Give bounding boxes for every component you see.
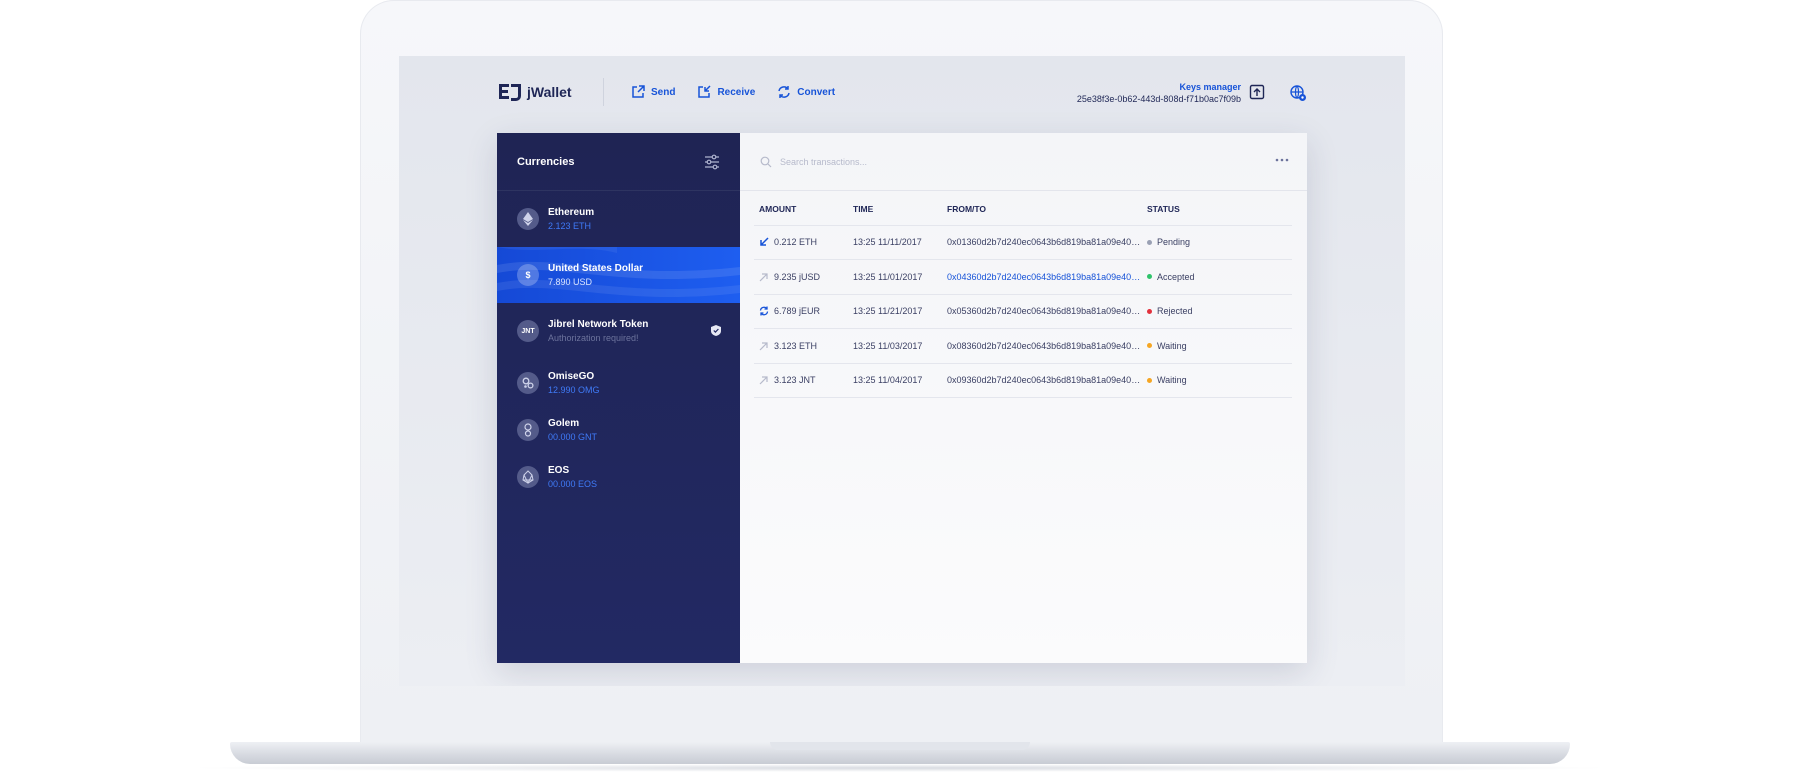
outgoing-arrow-icon (759, 376, 768, 385)
transaction-time: 13:25 11/01/2017 (848, 259, 942, 295)
status-dot-accepted (1147, 274, 1152, 280)
table-row[interactable]: 9.235 jUSD 13:25 11/01/2017 0x04360d2b7d… (754, 259, 1292, 295)
sidebar-title: Currencies (517, 155, 575, 168)
convert-icon (759, 306, 769, 316)
column-header-amount[interactable]: AMOUNT (754, 193, 848, 226)
transaction-time: 13:25 11/21/2017 (848, 294, 942, 329)
incoming-arrow-icon (760, 237, 769, 246)
column-header-from-to[interactable]: FROM/TO (942, 193, 1142, 226)
transaction-address[interactable]: 0x01360d2b7d240ec0643b6d819ba81a09e40e80… (942, 225, 1142, 260)
convert-icon (778, 86, 791, 98)
dollar-icon: $ (517, 264, 539, 286)
ethereum-icon (517, 208, 539, 230)
transaction-amount: 0.212 ETH (774, 237, 818, 248)
transaction-address[interactable]: 0x09360d2b7d240ec0643b6d819ba81a09e40e80… (942, 363, 1142, 398)
jnt-icon: JNT (517, 320, 539, 342)
currency-amount: 2.123 ETH (548, 221, 592, 231)
header-divider (603, 78, 604, 106)
currency-name: United States Dollar (548, 263, 644, 274)
receive-label: Receive (717, 86, 756, 98)
transaction-address[interactable]: 0x05360d2b7d240ec0643b6d819ba81a09e40e80… (942, 294, 1142, 329)
screen: jWallet Send Receive Convert Keys manage… (399, 56, 1405, 686)
upload-key-icon[interactable] (1249, 84, 1265, 100)
receive-button[interactable]: Receive (697, 85, 755, 99)
status-badge: Pending (1157, 237, 1191, 248)
keys-manager-id: 25e38f3e-0b62-443d-808d-f71b0ac7f09b (1076, 94, 1241, 104)
currency-amount: 12.990 OMG (548, 384, 600, 395)
currency-name: EOS (548, 464, 570, 476)
currency-item-golem[interactable]: Golem 00.000 GNT (497, 406, 740, 453)
keys-manager[interactable]: Keys manager 25e38f3e-0b62-443d-808d-f71… (1077, 82, 1241, 104)
currency-item-ethereum[interactable]: Ethereum 2.123 ETH (497, 191, 740, 247)
status-badge: Waiting (1157, 340, 1187, 351)
status-badge: Accepted (1157, 271, 1195, 282)
receive-icon (698, 85, 711, 98)
table-row[interactable]: 3.123 ETH 13:25 11/03/2017 0x08360d2b7d2… (754, 328, 1292, 364)
currency-item-jnt[interactable]: JNT Jibrel Network Token Authorization r… (497, 303, 740, 359)
table-row[interactable]: 0.212 ETH 13:25 11/11/2017 0x01360d2b7d2… (754, 225, 1292, 260)
main-nav: Send Receive Convert (631, 85, 835, 99)
keys-manager-title: Keys manager (1179, 82, 1241, 92)
transaction-amount: 3.123 ETH (774, 340, 818, 351)
currency-amount: 00.000 EOS (548, 478, 598, 489)
transaction-amount: 6.789 jEUR (774, 306, 821, 317)
sidebar-header: Currencies (497, 133, 740, 191)
currency-item-usd[interactable]: $ United States Dollar 7.890 USD (497, 247, 740, 303)
convert-button[interactable]: Convert (777, 85, 835, 99)
laptop-notch (770, 742, 1030, 750)
search-input[interactable] (780, 156, 1200, 167)
status-dot-waiting (1147, 377, 1152, 383)
golem-icon (517, 418, 539, 441)
currency-item-omisego[interactable]: OmiseGO 12.990 OMG (497, 359, 740, 406)
transaction-amount: 3.123 JNT (774, 375, 816, 386)
network-settings-icon[interactable] (1289, 84, 1307, 102)
omisego-icon (517, 371, 539, 394)
table-header-row: AMOUNT TIME FROM/TO STATUS (754, 193, 1292, 226)
transactions-panel: AMOUNT TIME FROM/TO STATUS 0.212 ETH 13:… (740, 133, 1307, 663)
currency-amount: Authorization required! (548, 333, 639, 343)
transaction-address[interactable]: 0x08360d2b7d240ec0643b6d819ba81a09e40e80… (942, 328, 1142, 364)
outgoing-arrow-icon (759, 342, 768, 351)
wallet-card: Currencies Ethereum 2.123 ETH $ United S… (497, 133, 1307, 663)
transactions-table: AMOUNT TIME FROM/TO STATUS 0.212 ETH 13:… (754, 193, 1292, 398)
status-dot-waiting (1147, 343, 1152, 349)
send-button[interactable]: Send (631, 85, 675, 99)
outgoing-arrow-icon (759, 273, 768, 282)
transaction-time: 13:25 11/04/2017 (848, 363, 942, 398)
app-name: jWallet (527, 84, 572, 100)
app-logo[interactable]: jWallet (497, 82, 572, 102)
send-label: Send (651, 86, 676, 98)
jwallet-logo-icon (499, 84, 521, 101)
table-row[interactable]: 3.123 JNT 13:25 11/04/2017 0x09360d2b7d2… (754, 363, 1292, 398)
currency-item-eos[interactable]: EOS 00.000 EOS (497, 453, 740, 500)
currency-name: Jibrel Network Token (548, 319, 649, 330)
column-header-status[interactable]: STATUS (1142, 193, 1292, 226)
status-badge: Waiting (1157, 375, 1187, 386)
table-row[interactable]: 6.789 jEUR 13:25 11/21/2017 0x05360d2b7d… (754, 294, 1292, 329)
transaction-address[interactable]: 0x04360d2b7d240ec0643b6d819ba81a09e40e80… (942, 259, 1142, 295)
search-icon (760, 156, 772, 167)
currency-amount: 00.000 GNT (548, 431, 598, 442)
status-dot-rejected (1147, 308, 1152, 314)
transaction-amount: 9.235 jUSD (774, 271, 821, 282)
laptop-shadow (180, 764, 1620, 772)
currency-name: Ethereum (548, 207, 595, 218)
currency-name: OmiseGO (548, 370, 595, 382)
currencies-sidebar: Currencies Ethereum 2.123 ETH $ United S… (497, 133, 740, 663)
transaction-time: 13:25 11/03/2017 (848, 328, 942, 364)
filter-icon[interactable] (704, 154, 720, 170)
currency-amount: 7.890 USD (548, 277, 593, 287)
currency-name: Golem (548, 417, 580, 429)
convert-label: Convert (797, 86, 836, 98)
eos-icon (517, 465, 539, 488)
status-dot-pending (1147, 239, 1152, 245)
status-badge: Rejected (1157, 306, 1193, 317)
send-icon (632, 85, 645, 98)
shield-icon[interactable] (711, 325, 721, 336)
search-bar (740, 133, 1307, 191)
more-options-icon[interactable] (1275, 157, 1289, 163)
column-header-time[interactable]: TIME (848, 193, 942, 226)
transaction-time: 13:25 11/11/2017 (848, 225, 942, 260)
